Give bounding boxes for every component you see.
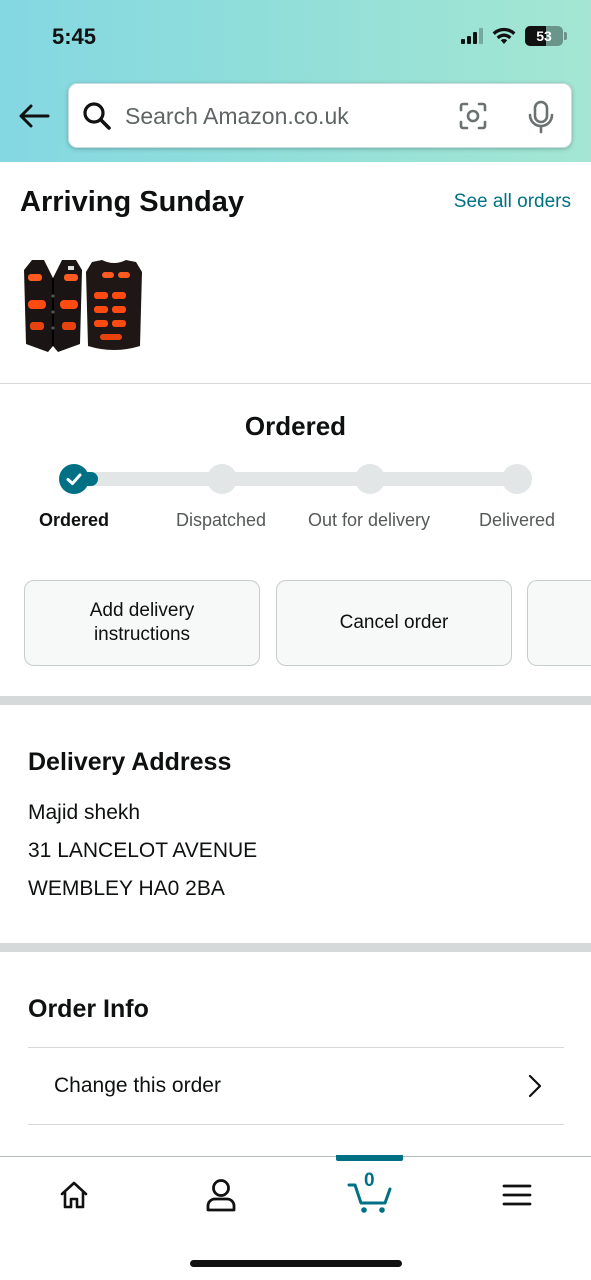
nav-account[interactable]	[181, 1167, 261, 1223]
progress-track	[74, 472, 518, 486]
product-image[interactable]	[22, 256, 144, 356]
nav-home[interactable]	[34, 1167, 114, 1223]
search-bar[interactable]	[68, 83, 572, 148]
see-all-orders-link[interactable]: See all orders	[454, 191, 571, 213]
nav-menu[interactable]	[477, 1167, 557, 1223]
change-order-row[interactable]: Change this order	[28, 1048, 564, 1124]
row-divider	[28, 1124, 564, 1125]
status-icons: 53	[461, 26, 567, 46]
cart-active-indicator	[336, 1155, 403, 1161]
vest-back	[86, 260, 142, 350]
wifi-icon	[492, 27, 516, 44]
delivery-address-title: Delivery Address	[28, 748, 232, 776]
nav-cart[interactable]: 0	[330, 1167, 410, 1223]
address-street: 31 LANCELOT AVENUE	[28, 839, 258, 862]
change-order-label: Change this order	[54, 1074, 221, 1097]
more-actions-button[interactable]	[527, 580, 591, 666]
order-info-title: Order Info	[28, 995, 149, 1023]
cancel-order-button[interactable]: Cancel order	[276, 580, 512, 666]
step-dot-out-for-delivery	[355, 464, 385, 494]
home-indicator	[190, 1260, 402, 1267]
cart-count-badge: 0	[364, 1170, 375, 1191]
step-label-delivered: Delivered	[478, 510, 556, 530]
section-divider-thick	[0, 943, 591, 952]
home-icon	[60, 1181, 88, 1209]
chevron-right-icon	[528, 1074, 542, 1098]
add-delivery-instructions-button[interactable]: Add delivery instructions	[24, 580, 260, 666]
checkmark-icon	[66, 473, 82, 485]
address-name: Majid shekh	[28, 801, 141, 824]
status-time: 5:45	[52, 24, 97, 49]
arrival-title: Arriving Sunday	[20, 186, 244, 218]
cellular-signal-icon	[461, 28, 483, 44]
step-dot-ordered	[59, 464, 89, 494]
app-header: 5:45 53	[0, 0, 591, 162]
step-label-ordered: Ordered	[38, 510, 110, 530]
step-dot-delivered	[502, 464, 532, 494]
order-status-title: Ordered	[244, 411, 347, 441]
battery-icon: 53	[525, 26, 567, 46]
step-label-dispatched: Dispatched	[175, 510, 267, 530]
back-arrow-icon[interactable]	[16, 98, 52, 134]
search-input[interactable]	[125, 98, 445, 134]
vest-front	[24, 260, 82, 352]
battery-level: 53	[536, 28, 552, 44]
person-icon	[206, 1179, 236, 1212]
step-dot-dispatched	[207, 464, 237, 494]
address-city-postcode: WEMBLEY HA0 2BA	[28, 877, 225, 900]
section-divider	[0, 383, 591, 384]
microphone-icon[interactable]	[527, 100, 555, 134]
step-label-out-for-delivery: Out for delivery	[307, 510, 431, 530]
section-divider-thick	[0, 696, 591, 705]
hamburger-menu-icon	[502, 1184, 532, 1206]
camera-search-icon[interactable]	[457, 100, 489, 132]
search-icon	[83, 102, 111, 130]
